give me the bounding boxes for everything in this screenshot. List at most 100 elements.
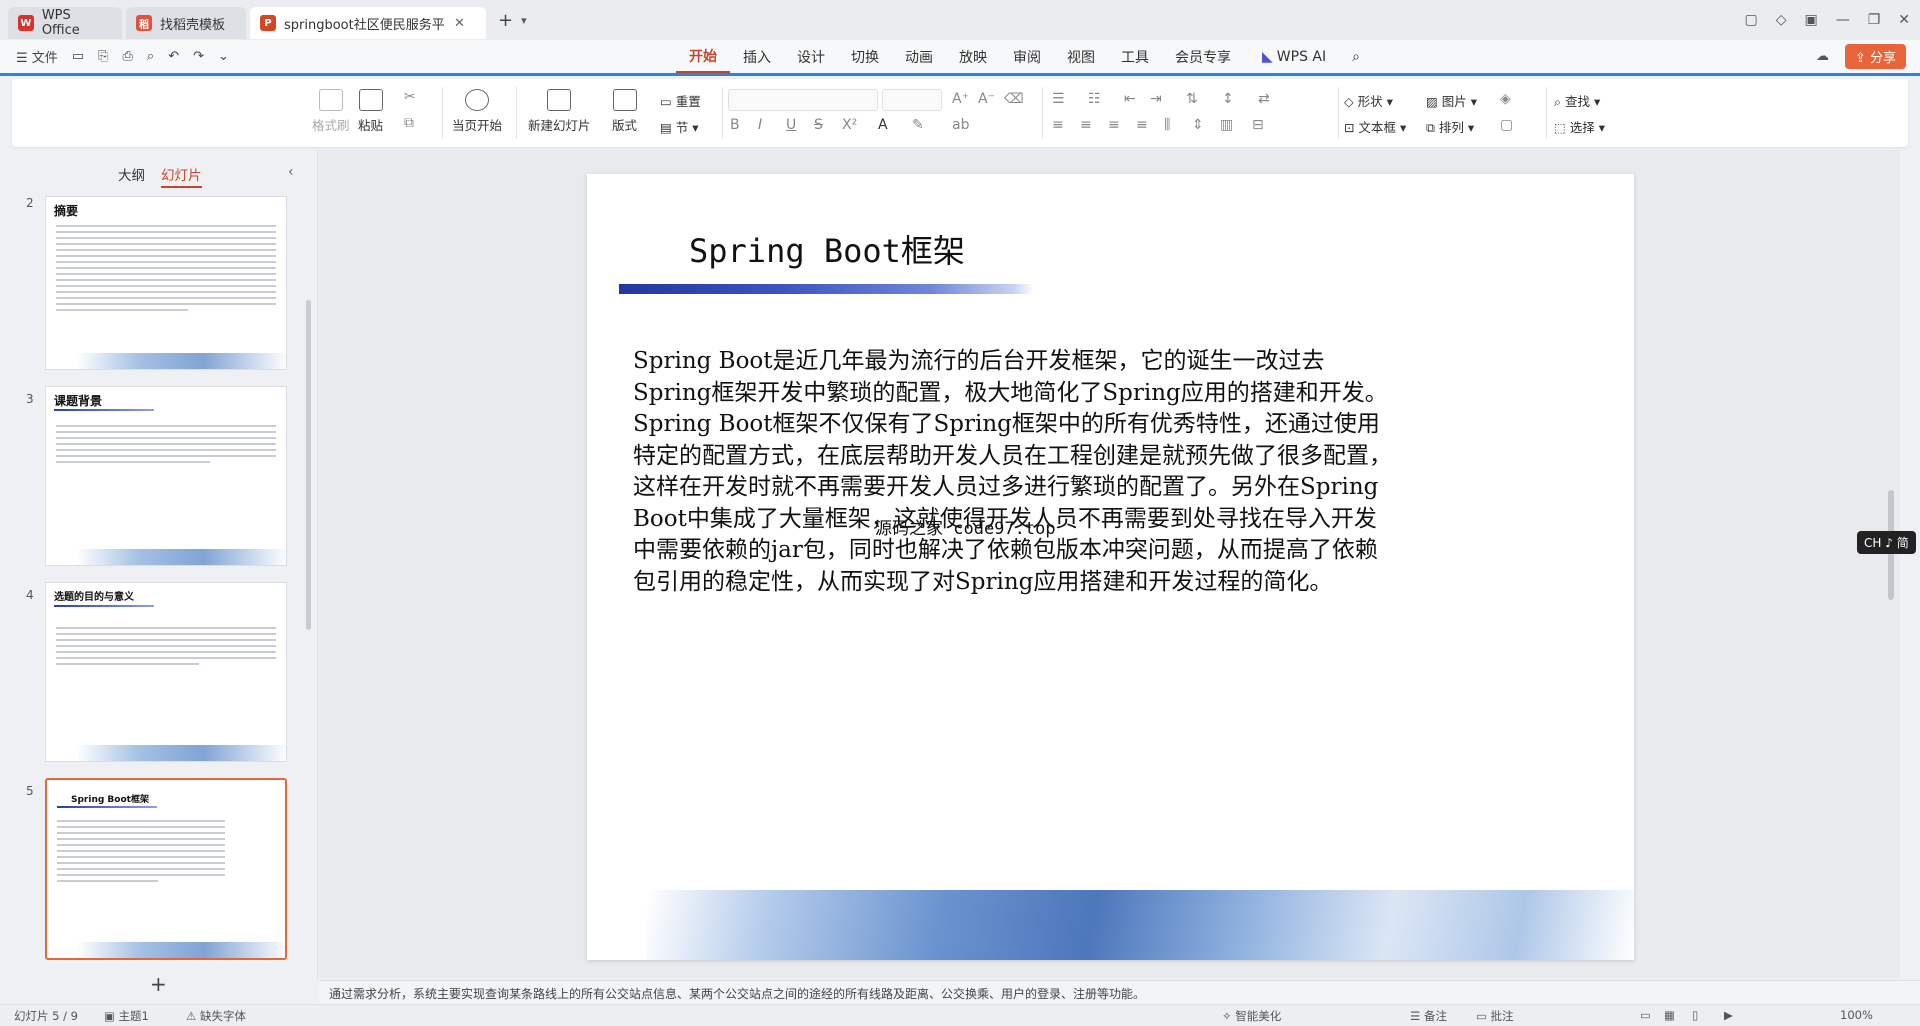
slide-title[interactable]: Spring Boot框架 bbox=[689, 226, 965, 272]
tab-home[interactable]: 开始 bbox=[676, 40, 730, 73]
minimize-icon[interactable]: — bbox=[1836, 12, 1850, 28]
text-align-icon[interactable]: ⊟ bbox=[1252, 117, 1264, 133]
smart-beautify-button[interactable]: ✧ 智能美化 bbox=[1222, 1008, 1281, 1024]
ime-indicator[interactable]: CH ♪ 简 bbox=[1857, 531, 1916, 554]
window-layout-icon[interactable]: ▢ bbox=[1744, 12, 1757, 28]
shape-button[interactable]: ◇ 形状 ▾ bbox=[1344, 91, 1393, 110]
strikethrough-icon[interactable]: S bbox=[814, 117, 823, 133]
align-left-icon[interactable]: ≡ bbox=[1052, 117, 1064, 133]
superscript-icon[interactable]: X² bbox=[842, 117, 857, 133]
slide-thumbnail-2[interactable]: 摘要 bbox=[45, 196, 287, 370]
font-shrink-icon[interactable]: A⁻ bbox=[978, 91, 995, 107]
tab-animation[interactable]: 动画 bbox=[892, 40, 946, 73]
columns-icon[interactable]: ▥ bbox=[1220, 117, 1233, 133]
font-color-icon[interactable]: A bbox=[878, 117, 888, 133]
restore-icon[interactable]: ❐ bbox=[1868, 12, 1881, 28]
avatar-icon[interactable]: ▣ bbox=[1804, 12, 1817, 28]
cube-icon[interactable]: ◇ bbox=[1776, 12, 1787, 28]
font-grow-icon[interactable]: A⁺ bbox=[952, 91, 969, 107]
distribute-icon[interactable]: ⫼ bbox=[1164, 117, 1170, 133]
text-direction-icon[interactable]: ⇅ bbox=[1186, 91, 1198, 107]
font-size-select[interactable] bbox=[882, 89, 942, 111]
zoom-level[interactable]: 100% bbox=[1840, 1008, 1873, 1022]
slideshow-view-icon[interactable]: ▶ bbox=[1724, 1008, 1733, 1022]
justify-icon[interactable]: ≡ bbox=[1136, 117, 1148, 133]
start-show-button[interactable]: 当页开始 bbox=[452, 89, 502, 134]
convert-icon[interactable]: ⇄ bbox=[1258, 91, 1270, 107]
tab-list-chevron-icon[interactable]: ▾ bbox=[521, 14, 527, 27]
collapse-panel-icon[interactable]: ‹ bbox=[288, 164, 294, 180]
print-icon[interactable]: ⎙ bbox=[123, 49, 133, 64]
textbox-button[interactable]: ⊡ 文本框 ▾ bbox=[1344, 117, 1406, 136]
format-painter-button[interactable]: 格式刷 bbox=[312, 89, 350, 134]
font-family-select[interactable] bbox=[728, 89, 878, 111]
align-center-icon[interactable]: ≡ bbox=[1080, 117, 1092, 133]
notes-toggle[interactable]: ☰ 备注 bbox=[1410, 1008, 1447, 1024]
reset-button[interactable]: ▭ 重置 bbox=[660, 91, 701, 110]
slide-thumbnail-3[interactable]: 课题背景 bbox=[45, 386, 287, 566]
tab-slides[interactable]: 幻灯片 bbox=[161, 164, 202, 188]
save-icon[interactable]: ▭ bbox=[72, 49, 84, 64]
tab-docer[interactable]: 稻 找稻壳模板 bbox=[126, 7, 246, 39]
image-button[interactable]: ▨ 图片 ▾ bbox=[1426, 91, 1477, 110]
new-slide-button[interactable]: 新建幻灯片 bbox=[528, 89, 591, 134]
char-spacing-icon[interactable]: ab bbox=[952, 117, 969, 133]
wps-ai-button[interactable]: ◣ WPS AI bbox=[1244, 40, 1339, 73]
clear-format-icon[interactable]: ⌫ bbox=[1004, 91, 1024, 107]
sorter-view-icon[interactable]: ▦ bbox=[1664, 1008, 1675, 1022]
tab-membership[interactable]: 会员专享 bbox=[1162, 40, 1244, 73]
theme-label[interactable]: ▣ 主题1 bbox=[104, 1008, 149, 1024]
current-slide[interactable]: Spring Boot框架 Spring Boot是近几年最为流行的后台开发框架… bbox=[587, 174, 1634, 960]
undo-icon[interactable]: ↶ bbox=[168, 49, 179, 64]
close-window-icon[interactable]: ✕ bbox=[1898, 12, 1910, 28]
slide-thumbnail-4[interactable]: 选题的目的与意义 bbox=[45, 582, 287, 762]
cut-icon[interactable]: ✂ bbox=[404, 89, 416, 105]
tab-document[interactable]: P springboot社区便民服务平台 ✕ bbox=[250, 7, 486, 39]
italic-icon[interactable]: I bbox=[758, 117, 762, 133]
fill-icon[interactable]: ◈ bbox=[1500, 91, 1511, 107]
redo-icon[interactable]: ↷ bbox=[193, 49, 204, 64]
section-button[interactable]: ▤ 节 ▾ bbox=[660, 117, 699, 136]
select-button[interactable]: ⬚ 选择 ▾ bbox=[1554, 117, 1605, 136]
tab-transition[interactable]: 切换 bbox=[838, 40, 892, 73]
normal-view-icon[interactable]: ▭ bbox=[1640, 1008, 1651, 1022]
underline-icon[interactable]: U bbox=[786, 117, 796, 133]
number-list-icon[interactable]: ☷ bbox=[1088, 91, 1101, 107]
tab-review[interactable]: 审阅 bbox=[1000, 40, 1054, 73]
share-button[interactable]: ⇪ 分享 bbox=[1844, 44, 1906, 69]
slide-thumbnail-5[interactable]: Spring Boot框架 bbox=[45, 778, 287, 960]
layout-button[interactable]: 版式 bbox=[612, 89, 637, 134]
search-icon[interactable]: ⌕ bbox=[1339, 40, 1373, 73]
tab-design[interactable]: 设计 bbox=[784, 40, 838, 73]
tab-tools[interactable]: 工具 bbox=[1108, 40, 1162, 73]
bold-icon[interactable]: B bbox=[730, 117, 740, 133]
tab-outline[interactable]: 大纲 bbox=[118, 164, 145, 188]
add-slide-icon[interactable]: + bbox=[150, 972, 167, 996]
thumbnail-scrollbar[interactable] bbox=[306, 300, 311, 630]
copy-icon[interactable]: ⧉ bbox=[404, 115, 414, 131]
arrange-button[interactable]: ⧉ 排列 ▾ bbox=[1426, 117, 1474, 136]
indent-increase-icon[interactable]: ⇥ bbox=[1150, 91, 1162, 107]
tab-wps-office[interactable]: W WPS Office bbox=[8, 7, 122, 39]
cloud-sync-icon[interactable]: ☁ bbox=[1816, 49, 1829, 64]
missing-font-indicator[interactable]: ⚠ 缺失字体 bbox=[186, 1008, 246, 1024]
file-menu-button[interactable]: ☰ 文件 bbox=[16, 47, 58, 66]
tab-insert[interactable]: 插入 bbox=[730, 40, 784, 73]
slide-body-text[interactable]: Spring Boot是近几年最为流行的后台开发框架，它的诞生一改过去Sprin… bbox=[633, 346, 1393, 598]
highlight-icon[interactable]: ✎ bbox=[912, 117, 924, 133]
find-button[interactable]: ⌕ 查找 ▾ bbox=[1554, 91, 1600, 110]
more-chevron-icon[interactable]: ⌄ bbox=[218, 49, 229, 64]
close-tab-icon[interactable]: ✕ bbox=[454, 16, 465, 31]
reading-view-icon[interactable]: ▯ bbox=[1692, 1008, 1698, 1022]
paste-button[interactable]: 粘贴 bbox=[358, 89, 383, 134]
align-right-icon[interactable]: ≡ bbox=[1108, 117, 1120, 133]
tab-slideshow[interactable]: 放映 bbox=[946, 40, 1000, 73]
indent-decrease-icon[interactable]: ⇤ bbox=[1124, 91, 1136, 107]
comments-button[interactable]: ▭ 批注 bbox=[1476, 1008, 1514, 1024]
paragraph-spacing-icon[interactable]: ⇕ bbox=[1192, 117, 1204, 133]
print-preview-icon[interactable]: ⌕ bbox=[147, 49, 154, 64]
new-tab-icon[interactable]: + bbox=[498, 10, 513, 31]
line-spacing-icon[interactable]: ↕ bbox=[1222, 91, 1234, 107]
outline-icon[interactable]: ▢ bbox=[1500, 117, 1513, 133]
notes-pane[interactable]: 通过需求分析，系统主要实现查询某条路线上的所有公交站点信息、某两个公交站点之间的… bbox=[319, 980, 1920, 1004]
